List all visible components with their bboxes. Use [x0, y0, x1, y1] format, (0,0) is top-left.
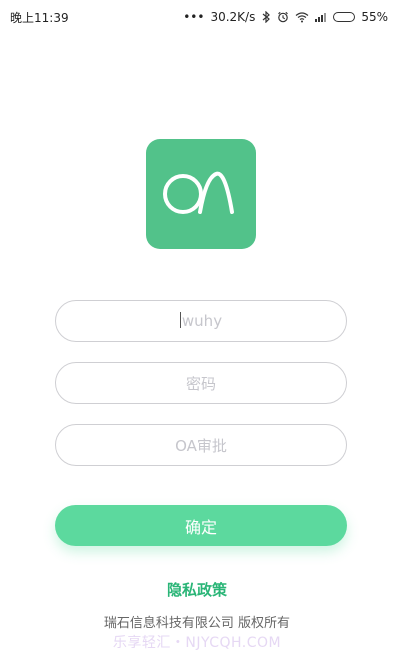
network-speed: 30.2K/s	[210, 10, 256, 24]
password-placeholder: 密码	[185, 374, 216, 393]
password-field[interactable]: 密码	[55, 362, 347, 404]
oa-logo-mark	[163, 171, 234, 214]
confirm-button[interactable]: 确定	[55, 505, 347, 546]
status-left: 晚上11:39	[10, 9, 69, 26]
watermark: 乐享轻汇・NJYCQH.COM	[112, 635, 282, 651]
bluetooth-icon	[261, 11, 271, 23]
alarm-icon	[277, 11, 289, 23]
status-bar: 晚上11:39 ••• 30.2K/s 55%	[0, 0, 394, 34]
privacy-policy-link[interactable]: 隐私政策	[0, 579, 394, 600]
status-dots: •••	[183, 10, 205, 24]
approval-field[interactable]: OA审批	[55, 424, 347, 466]
copyright-text: 瑞石信息科技有限公司 版权所有	[103, 616, 291, 631]
username-field[interactable]: wuhy	[55, 300, 347, 342]
app-logo	[146, 139, 256, 249]
text-caret	[179, 312, 181, 328]
wifi-icon	[295, 11, 309, 23]
username-value: wuhy	[179, 312, 223, 330]
battery-icon	[333, 12, 356, 22]
battery-percent: 55%	[361, 10, 388, 24]
status-right: ••• 30.2K/s 55%	[183, 11, 388, 23]
signal-icon	[315, 11, 327, 23]
status-time: 晚上11:39	[10, 10, 69, 25]
approval-field-value: OA审批	[175, 436, 227, 455]
